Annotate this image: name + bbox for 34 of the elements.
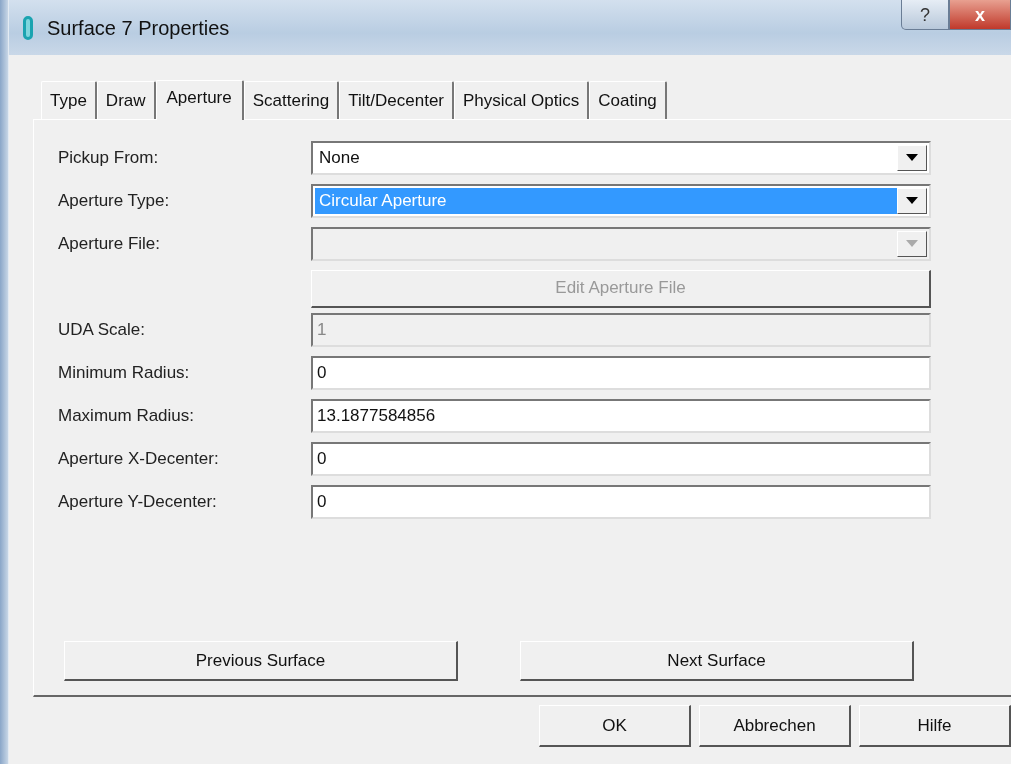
input-field[interactable]: 0 xyxy=(311,441,931,476)
close-button[interactable]: x xyxy=(949,0,1011,30)
dropdown-arrow-icon xyxy=(906,240,918,247)
field-label: Pickup From: xyxy=(58,146,160,169)
tab[interactable]: Scattering xyxy=(243,80,340,119)
field-label: Aperture Y-Decenter: xyxy=(58,490,218,513)
input-field[interactable]: 13.1877584856 xyxy=(311,398,931,433)
field-label: Minimum Radius: xyxy=(58,361,191,384)
tab[interactable]: Physical Optics xyxy=(454,80,590,119)
tab[interactable]: Draw xyxy=(96,80,156,119)
surface-nav-button[interactable]: Previous Surface xyxy=(64,641,458,681)
tab[interactable]: Tilt/Decenter xyxy=(339,80,454,119)
app-icon xyxy=(23,15,33,40)
field-label: Maximum Radius: xyxy=(58,404,196,427)
input-field[interactable]: 0 xyxy=(311,355,931,390)
tab[interactable]: Coating xyxy=(589,80,667,119)
cancel-button[interactable]: Abbrechen xyxy=(699,705,851,747)
field-label: Aperture X-Decenter: xyxy=(58,447,220,470)
field-label: UDA Scale: xyxy=(58,318,146,341)
dropdown-button[interactable] xyxy=(897,144,927,171)
dropdown-arrow-icon xyxy=(906,154,918,161)
field-label: Aperture Type: xyxy=(58,189,171,212)
help-button[interactable]: Hilfe xyxy=(859,705,1011,747)
input-field[interactable]: 0 xyxy=(311,484,931,519)
dropdown-arrow-icon xyxy=(906,197,918,204)
tab[interactable]: Type xyxy=(41,80,97,119)
dropdown-button[interactable] xyxy=(897,187,927,214)
tab[interactable]: Aperture xyxy=(155,79,244,120)
help-button[interactable]: ? xyxy=(901,0,949,30)
window-title: Surface 7 Properties xyxy=(47,15,230,41)
field-label: Aperture File: xyxy=(58,232,162,255)
dropdown[interactable]: None xyxy=(311,140,931,175)
ok-button[interactable]: OK xyxy=(539,705,691,747)
surface-nav-button[interactable]: Next Surface xyxy=(520,641,914,681)
